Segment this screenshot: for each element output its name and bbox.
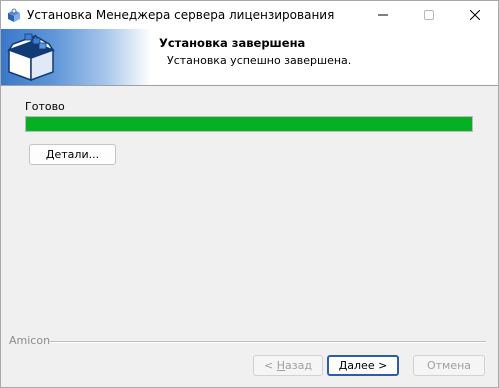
- window-title: Установка Менеджера сервера лицензирован…: [27, 8, 335, 22]
- installer-box-icon: [8, 8, 20, 22]
- back-hotkey: Н: [276, 359, 286, 372]
- header-banner: Установка завершена Установка успешно за…: [1, 29, 498, 86]
- title-bar[interactable]: Установка Менеджера сервера лицензирован…: [1, 1, 498, 29]
- maximize-button[interactable]: [406, 1, 452, 29]
- back-rest: азад: [285, 359, 312, 372]
- header-subtitle: Установка успешно завершена.: [167, 54, 352, 67]
- progress-bar: [25, 116, 473, 132]
- next-hotkey: Д: [338, 359, 348, 372]
- header-title: Установка завершена: [159, 36, 306, 50]
- footer-divider: [49, 341, 486, 343]
- maximize-icon: [424, 10, 434, 20]
- close-icon: [470, 10, 480, 20]
- back-button[interactable]: < Назад: [253, 355, 323, 376]
- details-button[interactable]: Детали...: [29, 144, 116, 165]
- progress-fill: [26, 117, 472, 131]
- next-rest: алее >: [347, 359, 388, 372]
- status-label: Готово: [25, 100, 65, 113]
- next-button[interactable]: Далее >: [327, 355, 399, 376]
- back-prefix: <: [264, 359, 277, 372]
- cancel-button[interactable]: Отмена: [413, 355, 485, 376]
- minimize-button[interactable]: [360, 1, 406, 29]
- installer-window: Установка Менеджера сервера лицензирован…: [0, 0, 499, 388]
- minimize-icon: [378, 14, 388, 16]
- open-box-icon: [7, 33, 55, 82]
- close-button[interactable]: [452, 1, 498, 29]
- brand-label: Amicon: [9, 334, 51, 347]
